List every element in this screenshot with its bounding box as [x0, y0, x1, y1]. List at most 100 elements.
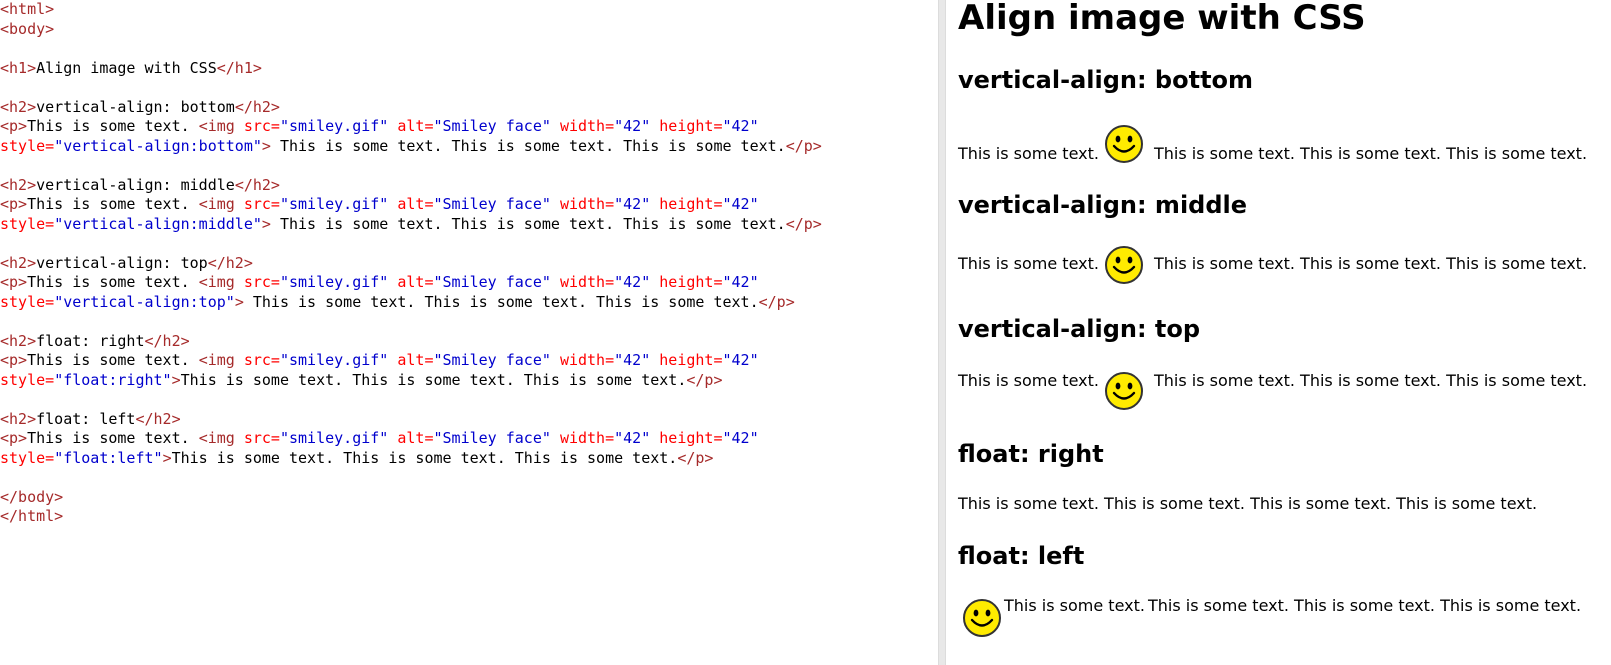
code-line: <h2>vertical-align: middle</h2>: [0, 176, 938, 196]
code-token: <h2>: [0, 253, 37, 272]
code-token: >: [162, 448, 172, 467]
smiley-face-icon: [1104, 245, 1144, 285]
code-token: float: left: [36, 409, 136, 428]
smiley-face-icon: [962, 598, 1002, 638]
code-token: <h2>: [0, 175, 37, 194]
code-editor[interactable]: <html> <body> <h1>Align image with CSS</h…: [0, 0, 938, 665]
code-token: style=: [0, 370, 55, 389]
code-token: "smiley.gif": [279, 351, 389, 369]
code-token: </h2>: [144, 331, 190, 350]
code-line: style="float:left">This is some text. Th…: [0, 449, 938, 469]
code-token: </html>: [0, 507, 64, 525]
code-token: <h2>: [0, 331, 37, 350]
paragraph-text-before: This is some text.: [958, 254, 1099, 273]
code-line: <h1>Align image with CSS</h1>: [0, 59, 938, 79]
code-token: style=: [0, 448, 55, 467]
code-token: <h1>: [0, 58, 37, 77]
paragraph-text-before: This is some text.: [1004, 596, 1145, 615]
code-token: </p>: [677, 448, 714, 467]
paragraph-text-after: This is some text. This is some text. Th…: [1154, 254, 1588, 273]
code-token: src=: [243, 195, 280, 213]
code-token: src=: [243, 351, 280, 369]
code-token: width=: [559, 195, 615, 213]
code-token: This is some text. This is some text. Th…: [243, 292, 759, 311]
section-heading: vertical-align: bottom: [958, 66, 1254, 94]
code-token: <p>: [0, 351, 28, 369]
code-token: "Smiley face": [433, 351, 551, 369]
code-token: "42": [614, 429, 651, 447]
code-token: alt=: [397, 273, 434, 291]
code-token: <h2>: [0, 97, 37, 116]
code-token: height=: [659, 273, 723, 291]
pane-divider[interactable]: [938, 0, 946, 665]
code-token: This is some text.: [27, 273, 199, 291]
code-token: height=: [659, 195, 723, 213]
code-line: <h2>float: right</h2>: [0, 332, 938, 352]
code-token: </h1>: [216, 58, 262, 77]
code-token: <img: [198, 273, 244, 291]
code-token: <body>: [0, 19, 55, 38]
code-token: style=: [0, 214, 55, 233]
code-line: <h2>vertical-align: top</h2>: [0, 254, 938, 274]
paragraph-text-after: This is some text. This is some text. Th…: [1154, 144, 1588, 163]
code-token: </p>: [758, 292, 795, 311]
code-line: </body>: [0, 488, 938, 508]
code-token: </h2>: [234, 97, 280, 116]
code-token: </h2>: [135, 409, 181, 428]
code-token: <p>: [0, 195, 28, 213]
result-preview: Align image with CSS vertical-align: bot…: [946, 0, 1611, 665]
code-token: This is some text.: [27, 429, 199, 447]
code-token: src=: [243, 117, 280, 135]
code-token: This is some text. This is some text. Th…: [270, 136, 786, 155]
code-content[interactable]: <html> <body> <h1>Align image with CSS</h…: [0, 0, 938, 527]
code-token: width=: [559, 351, 615, 369]
code-token: "smiley.gif": [279, 273, 389, 291]
paragraph-text-after: This is some text. This is some text. Th…: [1154, 371, 1588, 390]
code-token: This is some text. This is some text. Th…: [270, 214, 786, 233]
code-line: <html>: [0, 0, 938, 20]
code-line: style="vertical-align:middle"> This is s…: [0, 215, 938, 235]
code-token: "42": [614, 351, 651, 369]
code-line: <p>This is some text. <img src="smiley.g…: [0, 117, 938, 137]
code-line: <p>This is some text. <img src="smiley.g…: [0, 351, 938, 371]
code-token: style=: [0, 292, 55, 311]
code-token: "Smiley face": [433, 195, 551, 213]
code-token: </h2>: [234, 175, 280, 194]
code-line: style="float:right">This is some text. T…: [0, 371, 938, 391]
code-token: </body>: [0, 487, 64, 506]
code-token: "vertical-align:bottom": [54, 136, 262, 155]
section-heading: float: right: [958, 440, 1104, 468]
code-token: alt=: [397, 117, 434, 135]
code-token: This is some text.: [27, 351, 199, 369]
code-token: "Smiley face": [433, 429, 551, 447]
code-token: <html>: [0, 0, 55, 18]
code-token: >: [171, 370, 181, 389]
code-token: "42": [614, 273, 651, 291]
code-token: float: right: [36, 331, 145, 350]
code-token: </p>: [686, 370, 723, 389]
code-token: This is some text. This is some text. Th…: [180, 370, 687, 389]
code-token: <p>: [0, 117, 28, 135]
code-token: This is some text.: [27, 117, 199, 135]
code-token: <img: [198, 351, 244, 369]
code-token: "smiley.gif": [279, 429, 389, 447]
code-token: height=: [659, 351, 723, 369]
code-token: vertical-align: middle: [36, 175, 235, 194]
code-token: width=: [559, 429, 615, 447]
code-token: vertical-align: top: [36, 253, 208, 272]
code-token: "Smiley face": [433, 273, 551, 291]
section-paragraph: This is some text. This is some text. Th…: [958, 494, 1537, 514]
code-token: "42": [722, 195, 759, 213]
